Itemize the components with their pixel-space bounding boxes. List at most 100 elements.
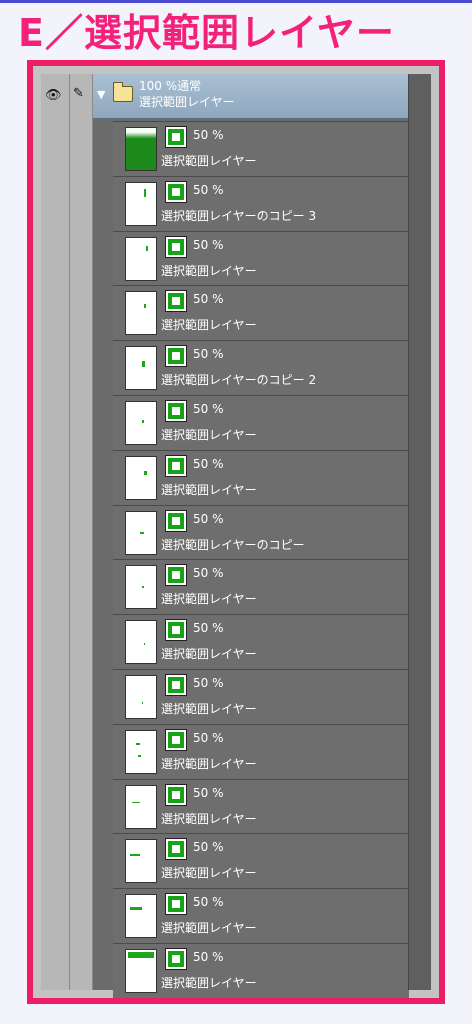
layer-row[interactable]: 50 % 選択範囲レイヤー xyxy=(113,888,409,944)
caret-down-icon[interactable]: ▼ xyxy=(97,88,105,101)
thumbnail-mark xyxy=(144,470,147,475)
highlight-frame: 👁 ✎ ▼ 100 %通常 選択範囲レイヤー 50 % 選択範囲レイヤー 50 % 選… xyxy=(27,60,445,1004)
layer-thumbnail xyxy=(125,620,157,665)
layer-row[interactable]: 50 % 選択範囲レイヤーのコピー 3 xyxy=(113,175,409,231)
layer-row[interactable]: 50 % 選択範囲レイヤー xyxy=(113,723,409,779)
layer-thumbnail xyxy=(125,784,157,829)
layer-thumbnail xyxy=(125,894,157,939)
layer-name: 選択範囲レイヤー xyxy=(161,154,257,168)
layer-row[interactable]: 50 % 選択範囲レイヤー xyxy=(113,230,409,286)
layer-name: 選択範囲レイヤー xyxy=(161,592,257,607)
layer-thumbnail xyxy=(125,455,157,500)
layer-name: 選択範囲レイヤー xyxy=(161,428,257,442)
layer-opacity: 50 % xyxy=(193,730,224,745)
layer-thumbnail xyxy=(125,565,157,610)
layer-opacity: 50 % xyxy=(193,566,224,581)
layer-row[interactable]: 50 % 選択範囲レイヤーのコピー xyxy=(113,504,409,560)
layer-thumbnail xyxy=(125,675,157,719)
layer-name: 選択範囲レイヤーのコピー 2 xyxy=(161,373,317,388)
selection-layer-icon xyxy=(165,235,187,258)
layer-opacity: 50 % xyxy=(193,237,224,252)
layer-thumbnail xyxy=(125,510,157,555)
selection-layer-icon xyxy=(165,893,187,916)
selection-layer-icon xyxy=(165,838,187,861)
layer-name: 選択範囲レイヤーのコピー 3 xyxy=(161,208,317,223)
layer-opacity: 50 % xyxy=(193,292,224,307)
layer-thumbnail xyxy=(125,291,157,336)
selection-layer-icon xyxy=(165,400,187,422)
selection-layer-icon xyxy=(165,345,187,368)
top-rule xyxy=(0,0,472,3)
layer-thumbnail xyxy=(125,729,157,774)
thumbnail-mark xyxy=(144,304,146,309)
selection-layer-icon xyxy=(165,564,187,587)
layer-panel: 👁 ✎ ▼ 100 %通常 選択範囲レイヤー 50 % 選択範囲レイヤー 50 % 選… xyxy=(41,74,431,998)
selection-layer-icon xyxy=(165,126,187,148)
layer-row[interactable]: 50 % 選択範囲レイヤー xyxy=(113,559,409,615)
visibility-column[interactable] xyxy=(41,74,70,990)
layer-opacity: 50 % xyxy=(193,511,224,526)
thumbnail-mark xyxy=(140,531,144,534)
edit-column[interactable] xyxy=(70,74,93,990)
layer-name: 選択範囲レイヤー xyxy=(161,866,257,881)
selection-layer-icon xyxy=(165,783,187,806)
scrollbar[interactable] xyxy=(408,74,431,990)
layer-row[interactable]: 50 % 選択範囲レイヤー xyxy=(113,778,409,834)
layer-thumbnail xyxy=(125,236,157,281)
selection-layer-icon xyxy=(165,948,187,970)
layer-opacity: 50 % xyxy=(193,895,224,910)
selection-layer-icon xyxy=(165,290,187,313)
layer-list: 👁 ✎ ▼ 100 %通常 選択範囲レイヤー 50 % 選択範囲レイヤー 50 % 選… xyxy=(45,74,409,998)
folder-name: 選択範囲レイヤー xyxy=(139,95,235,109)
layer-row[interactable]: 50 % 選択範囲レイヤー xyxy=(113,121,409,176)
selection-layer-icon xyxy=(165,728,187,751)
thumbnail-mark xyxy=(144,188,146,197)
layer-name: 選択範囲レイヤーのコピー xyxy=(161,537,305,552)
page-heading: E／選択範囲レイヤー xyxy=(18,11,395,55)
thumbnail-mark xyxy=(132,801,140,803)
layer-opacity: 50 % xyxy=(193,621,224,636)
layer-opacity: 50 % xyxy=(193,785,224,800)
thumbnail-mark xyxy=(130,854,140,857)
thumbnail-mark xyxy=(128,952,154,958)
layer-thumbnail xyxy=(125,949,157,993)
layer-name: 選択範囲レイヤー xyxy=(161,263,257,278)
layer-name: 選択範囲レイヤー xyxy=(161,976,257,990)
layer-row[interactable]: 50 % 選択範囲レイヤー xyxy=(113,833,409,889)
selection-layer-icon xyxy=(165,454,187,477)
layer-opacity: 50 % xyxy=(193,347,224,362)
layer-row[interactable]: 50 % 選択範囲レイヤー xyxy=(113,669,409,724)
layer-opacity: 50 % xyxy=(193,182,224,197)
thumbnail-mark xyxy=(142,361,145,368)
layer-row[interactable]: 50 % 選択範囲レイヤー xyxy=(113,285,409,341)
folder-row[interactable]: 👁 ✎ ▼ 100 %通常 選択範囲レイヤー xyxy=(45,74,409,119)
layer-opacity: 50 % xyxy=(193,456,224,471)
layer-opacity: 50 % xyxy=(193,128,224,142)
selection-layer-icon xyxy=(165,674,187,696)
layer-row[interactable]: 50 % 選択範囲レイヤー xyxy=(113,395,409,450)
layer-name: 選択範囲レイヤー xyxy=(161,756,257,771)
selection-layer-icon xyxy=(165,509,187,532)
layer-opacity: 50 % xyxy=(193,402,224,416)
layer-row[interactable]: 50 % 選択範囲レイヤー xyxy=(113,449,409,505)
thumbnail-mark xyxy=(146,245,148,251)
layer-name: 選択範囲レイヤー xyxy=(161,921,257,936)
layer-row[interactable]: 50 % 選択範囲レイヤー xyxy=(113,614,409,670)
layer-name: 選択範囲レイヤー xyxy=(161,482,257,497)
layer-thumbnail xyxy=(125,401,157,445)
thumbnail-mark xyxy=(130,907,142,911)
layer-opacity: 50 % xyxy=(193,676,224,690)
layer-thumbnail xyxy=(125,127,157,171)
selection-layer-icon xyxy=(165,619,187,642)
pen-icon[interactable]: ✎ xyxy=(73,86,84,101)
layer-name: 選択範囲レイヤー xyxy=(161,811,257,826)
layer-row[interactable]: 50 % 選択範囲レイヤーのコピー 2 xyxy=(113,340,409,396)
thumbnail-mark xyxy=(138,754,141,757)
layer-name: 選択範囲レイヤー xyxy=(161,702,257,716)
thumbnail-mark xyxy=(136,742,140,745)
layer-row[interactable]: 50 % 選択範囲レイヤー xyxy=(113,943,409,998)
thumbnail-mark xyxy=(144,643,145,646)
selection-layer-icon xyxy=(165,180,187,203)
thumbnail-mark xyxy=(142,702,143,704)
eye-icon[interactable]: 👁 xyxy=(45,88,62,103)
